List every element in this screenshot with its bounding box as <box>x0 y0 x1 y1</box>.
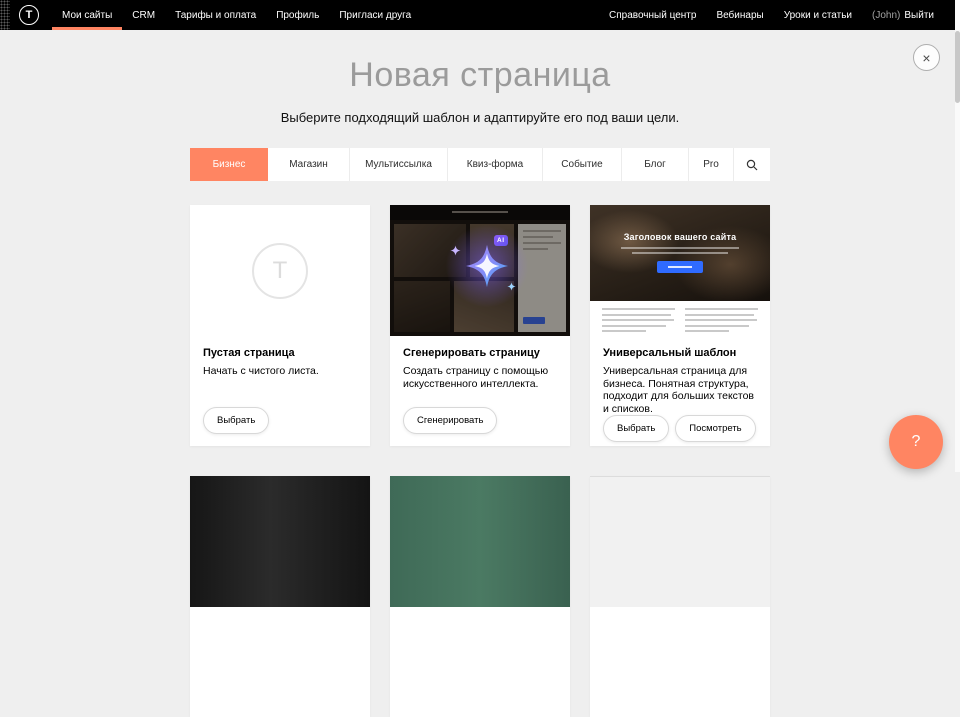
account-logout[interactable]: (John) Выйти <box>862 0 944 30</box>
card-title: Пустая страница <box>203 347 357 359</box>
close-button[interactable]: × <box>913 44 940 71</box>
template-preview <box>390 476 570 607</box>
ai-star-icon <box>464 243 510 289</box>
tab-search[interactable] <box>734 148 770 181</box>
main-nav: Мои сайты CRM Тарифы и оплата Профиль Пр… <box>52 0 421 30</box>
card-body: Сгенерировать страницу Создать страницу … <box>390 336 570 446</box>
search-icon <box>746 159 758 171</box>
card-actions: Выбрать Посмотреть <box>603 415 757 442</box>
nav-crm[interactable]: CRM <box>122 0 165 30</box>
template-preview <box>590 476 770 607</box>
card-body: Пустая страница Начать с чистого листа. … <box>190 336 370 446</box>
preview-universal-button[interactable]: Посмотреть <box>675 415 755 442</box>
nav-webinars[interactable]: Вебинары <box>706 0 773 30</box>
tilda-logo-letter: T <box>26 9 33 21</box>
sparkle-icon <box>450 245 461 256</box>
template-category-tabs: Бизнес Магазин Мультиссылка Квиз-форма С… <box>190 148 770 181</box>
preview-subtitle-lines <box>590 247 770 254</box>
secondary-nav: Справочный центр Вебинары Уроки и статьи… <box>599 0 960 30</box>
sparkle-icon <box>507 282 516 291</box>
template-card-universal[interactable]: Заголовок вашего сайта Универсальный шаб… <box>590 205 770 446</box>
select-universal-button[interactable]: Выбрать <box>603 415 669 442</box>
tilda-watermark-letter: T <box>273 257 288 285</box>
card-description: Создать страницу с помощью искусственног… <box>403 365 557 390</box>
help-button[interactable]: ? <box>889 415 943 469</box>
tilda-logo[interactable]: T <box>19 5 39 25</box>
tab-shop[interactable]: Магазин <box>268 148 350 181</box>
preview-hero: Заголовок вашего сайта <box>590 205 770 301</box>
card-actions: Сгенерировать <box>403 407 557 434</box>
nav-lessons[interactable]: Уроки и статьи <box>774 0 862 30</box>
card-title: Универсальный шаблон <box>603 347 757 359</box>
tab-pro[interactable]: Pro <box>689 148 734 181</box>
account-name: (John) <box>872 10 900 21</box>
nav-invite-friend[interactable]: Пригласи друга <box>329 0 421 30</box>
template-card-generate[interactable]: AI Сгенерировать страницу Создать страни… <box>390 205 570 446</box>
nav-my-sites[interactable]: Мои сайты <box>52 0 122 30</box>
logout-label: Выйти <box>904 10 934 21</box>
template-card-partial[interactable] <box>390 476 570 717</box>
card-actions: Выбрать <box>203 407 357 434</box>
card-description: Универсальная страница для бизнеса. Поня… <box>603 365 757 415</box>
preview-cta-button <box>657 261 703 273</box>
nav-profile[interactable]: Профиль <box>266 0 329 30</box>
card-description: Начать с чистого листа. <box>203 365 357 378</box>
scrollbar-track[interactable] <box>955 0 960 472</box>
tab-business[interactable]: Бизнес <box>190 148 268 181</box>
card-title: Сгенерировать страницу <box>403 347 557 359</box>
template-preview <box>190 476 370 607</box>
tilda-logo-watermark: T <box>252 243 308 299</box>
tab-event[interactable]: Событие <box>543 148 622 181</box>
topbar: T Мои сайты CRM Тарифы и оплата Профиль … <box>0 0 960 30</box>
generate-button[interactable]: Сгенерировать <box>403 407 497 434</box>
template-grid: T Пустая страница Начать с чистого листа… <box>190 205 770 446</box>
card-body: Универсальный шаблон Универсальная стран… <box>590 336 770 446</box>
nav-tariffs[interactable]: Тарифы и оплата <box>165 0 266 30</box>
select-blank-button[interactable]: Выбрать <box>203 407 269 434</box>
tab-multilink[interactable]: Мультиссылка <box>350 148 448 181</box>
universal-template-preview: Заголовок вашего сайта <box>590 205 770 336</box>
scrollbar-thumb[interactable] <box>955 31 960 103</box>
tab-blog[interactable]: Блог <box>622 148 689 181</box>
ai-badge: AI <box>494 235 508 246</box>
template-card-partial[interactable] <box>590 476 770 717</box>
tab-quiz[interactable]: Квиз-форма <box>448 148 543 181</box>
template-grid-row-2 <box>190 476 770 717</box>
page-title: Новая страница <box>0 56 960 95</box>
page-subtitle: Выберите подходящий шаблон и адаптируйте… <box>0 110 960 125</box>
nav-help-center[interactable]: Справочный центр <box>599 0 706 30</box>
template-card-blank[interactable]: T Пустая страница Начать с чистого листа… <box>190 205 370 446</box>
new-page-dialog: × Новая страница Выберите подходящий шаб… <box>0 30 960 472</box>
template-card-partial[interactable] <box>190 476 370 717</box>
drag-handle-pattern <box>0 0 10 30</box>
preview-heading: Заголовок вашего сайта <box>590 232 770 242</box>
ai-generate-preview: AI <box>390 205 570 336</box>
preview-text-block <box>590 301 770 336</box>
blank-page-preview: T <box>190 205 370 336</box>
